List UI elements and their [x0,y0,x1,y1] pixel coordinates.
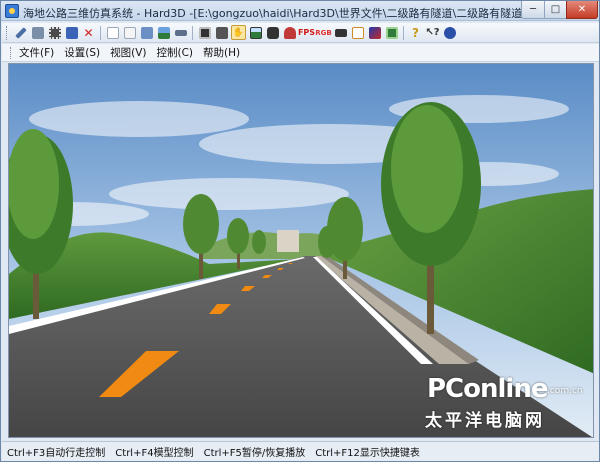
stack-icon[interactable] [197,25,212,40]
fps-icon[interactable]: FPS [298,25,315,40]
save-icon[interactable] [30,25,45,40]
export-icon[interactable] [173,25,188,40]
toolbar: ✕ ✋ FPS RGB ? ↖? [2,23,599,43]
watermark-domain: .com.cn [547,386,583,396]
pconline-watermark: PConline .com.cn 太平洋电脑网 [419,362,589,432]
toolbar-separator [192,25,193,40]
toolbar-grip[interactable] [6,25,9,40]
context-help-icon[interactable]: ↖? [425,25,440,40]
texture-icon[interactable] [367,25,382,40]
status-auto-walk: Ctrl+F3自动行走控制 [7,448,106,459]
menu-view[interactable]: 视图(V) [110,45,146,60]
pencil-icon[interactable] [350,25,365,40]
watermark-brand: PConline [427,374,548,404]
disk-icon[interactable] [64,25,79,40]
minimize-button[interactable]: ─ [521,1,545,19]
help-icon[interactable]: ? [408,25,423,40]
menu-bar: 文件(F) 设置(S) 视图(V) 控制(C) 帮助(H) [2,44,599,62]
video-camera-icon[interactable] [333,25,348,40]
app-icon [5,4,19,18]
app-window: 海地公路三维仿真系统 - Hard3D -[E:\gongzuo\haidi\H… [0,0,600,462]
distant-building [277,230,299,252]
menu-control[interactable]: 控制(C) [156,45,193,60]
page-icon[interactable] [139,25,154,40]
sprite-icon[interactable] [282,25,297,40]
menu-settings[interactable]: 设置(S) [64,45,100,60]
window-title: 海地公路三维仿真系统 - Hard3D -[E:\gongzuo\haidi\H… [23,7,523,20]
menu-help[interactable]: 帮助(H) [203,45,240,60]
layers-icon[interactable] [214,25,229,40]
status-pause-resume: Ctrl+F5暂停/恢复播放 [203,448,306,459]
wand-icon[interactable] [13,25,28,40]
status-shortcut-table: Ctrl+F12显示快捷键表 [315,448,420,459]
hand-icon[interactable]: ✋ [231,25,246,40]
toolbar-separator [100,25,101,40]
globe-icon[interactable] [442,25,457,40]
image-icon[interactable] [248,25,263,40]
3d-viewport[interactable]: PConline .com.cn 太平洋电脑网 [8,63,594,438]
toolbar-separator [403,25,404,40]
film-icon[interactable] [47,25,62,40]
camera-icon[interactable] [265,25,280,40]
menu-file[interactable]: 文件(F) [19,45,54,60]
table-icon[interactable] [384,25,399,40]
maximize-button[interactable]: □ [544,1,567,19]
copy-icon[interactable] [105,25,120,40]
watermark-tagline: 太平洋电脑网 [425,411,545,431]
delete-icon[interactable]: ✕ [81,25,96,40]
title-bar[interactable]: 海地公路三维仿真系统 - Hard3D -[E:\gongzuo\haidi\H… [1,1,599,21]
rgb-icon[interactable]: RGB [315,25,331,40]
menu-grip[interactable] [10,46,13,59]
status-bar: Ctrl+F3自动行走控制 Ctrl+F4模型控制 Ctrl+F5暂停/恢复播放… [2,441,599,461]
photo-icon[interactable] [156,25,171,40]
close-button[interactable]: ✕ [566,1,598,19]
status-model-control: Ctrl+F4模型控制 [115,448,194,459]
paste-icon[interactable] [122,25,137,40]
